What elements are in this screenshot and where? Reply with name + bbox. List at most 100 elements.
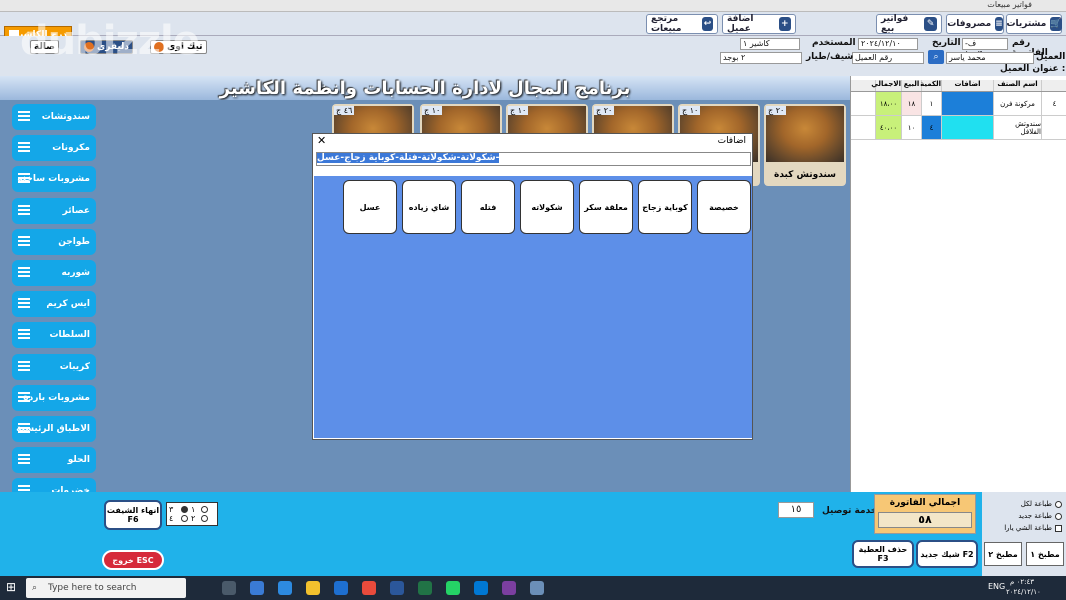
- category-button[interactable]: السلطات: [12, 322, 96, 349]
- excel-icon[interactable]: [418, 581, 432, 595]
- app-icon[interactable]: [530, 581, 544, 595]
- delete-item-button[interactable]: حذف العطية F3: [852, 540, 914, 568]
- option-button[interactable]: شكولاته: [520, 180, 574, 234]
- radio-print-kitchen[interactable]: [1055, 500, 1062, 508]
- menu-icon: [18, 204, 30, 217]
- category-button[interactable]: كريبات: [12, 353, 96, 380]
- product-price: ١٠ ج: [508, 106, 529, 115]
- additions-text-field[interactable]: شكولاتة-شكولاتة-فتلة-كوباية زجاج-عسل-: [316, 152, 751, 166]
- row-additions[interactable]: [941, 116, 993, 139]
- option-button[interactable]: شاي زياده: [402, 180, 456, 234]
- option-button[interactable]: خصيصة: [697, 180, 751, 234]
- menu-icon: [18, 235, 30, 248]
- radio-option-3[interactable]: [200, 506, 208, 513]
- option-button[interactable]: عسل: [343, 180, 397, 234]
- radio-option-2[interactable]: [181, 515, 189, 522]
- address-label: عنوان العميل :: [1000, 64, 1066, 74]
- customer-select[interactable]: محمد ياسر: [946, 52, 1034, 64]
- new-shift-button[interactable]: شيك جديد F2: [916, 540, 978, 568]
- product-card[interactable]: ٢٠ ج سندوتش كبدة: [764, 104, 846, 186]
- dialog-options-area: خصيصة كوباية زجاج معلقة سكر شكولاته فتله…: [314, 176, 752, 438]
- grid-header-num: [1041, 80, 1066, 91]
- grid-header-total: الاجمالي: [871, 80, 901, 91]
- add-customer-button[interactable]: اضافة عميل +: [722, 14, 796, 34]
- row-total: ١٨،٠٠: [875, 92, 901, 115]
- mail-icon[interactable]: [474, 581, 488, 595]
- captain-select[interactable]: ٢ بوجد: [720, 52, 802, 64]
- category-button[interactable]: الحلو: [12, 447, 96, 474]
- delivery-label: خدمة توصيل: [822, 506, 878, 516]
- row-num: ٤: [1041, 92, 1066, 115]
- exit-button[interactable]: خروج ESC: [102, 550, 164, 570]
- language-indicator[interactable]: ENG: [988, 582, 1005, 591]
- task-view-icon[interactable]: [222, 581, 236, 595]
- row-total: ٤٠،٠٠: [875, 116, 901, 139]
- option-button[interactable]: فتله: [461, 180, 515, 234]
- product-price: ١٠ ج: [680, 106, 701, 115]
- kitchen1-button[interactable]: مطبخ ١: [1026, 542, 1064, 566]
- outlook-icon[interactable]: [334, 581, 348, 595]
- table-row[interactable]: سندوتش الفلافل ٤ ١٠ ٤٠،٠٠: [851, 116, 1066, 140]
- row-additions[interactable]: [941, 92, 993, 115]
- option-button[interactable]: كوباية زجاج: [638, 180, 692, 234]
- dialog-title: اضافات: [717, 136, 746, 146]
- radio-option-1[interactable]: [181, 506, 189, 513]
- row-name: سندوتش الفلافل: [993, 116, 1041, 139]
- product-price: ٤٦ ج: [334, 106, 355, 115]
- expenses-button[interactable]: مصروفات ≡: [946, 14, 1004, 34]
- word-icon[interactable]: [390, 581, 404, 595]
- menu-icon: [18, 267, 30, 279]
- total-value: ٥٨: [878, 512, 972, 528]
- menu-icon: [18, 423, 30, 435]
- category-button[interactable]: مشروبات باردة: [12, 384, 96, 411]
- chrome-icon[interactable]: [362, 581, 376, 595]
- grid-header-qty: الكمية: [920, 80, 941, 91]
- cart-icon: 🛒: [1050, 17, 1062, 31]
- date-field[interactable]: ٢٠٢٤/١٢/١٠: [858, 38, 918, 50]
- sales-returns-button[interactable]: مرتجع مبيعات ↩: [646, 14, 718, 34]
- list-icon: ≡: [995, 17, 1003, 31]
- kitchen2-button[interactable]: مطبخ ٢: [984, 542, 1022, 566]
- grid-header-additions: اضافات: [941, 80, 993, 91]
- menu-icon: [18, 360, 30, 373]
- browser-icon[interactable]: [278, 581, 292, 595]
- whatsapp-icon[interactable]: [446, 581, 460, 595]
- date-label: التاريخ: [932, 38, 961, 48]
- payment-options[interactable]: ١ ٣ ٢ ٤: [166, 502, 218, 526]
- row-qty: ٤: [921, 116, 941, 139]
- visual-studio-icon[interactable]: [502, 581, 516, 595]
- search-icon[interactable]: ⌕: [928, 50, 944, 64]
- option-button[interactable]: معلقة سكر: [579, 180, 633, 234]
- invoice-no-field[interactable]: ف-ع-١٠٠٣٠: [962, 38, 1008, 58]
- category-button[interactable]: سندوتشات: [12, 104, 96, 130]
- radio-option-4[interactable]: [200, 515, 208, 522]
- close-icon[interactable]: ✕: [317, 134, 326, 147]
- add-user-icon: +: [778, 17, 791, 31]
- taskbar-search[interactable]: ⌕ Type here to search: [26, 578, 186, 598]
- menu-icon: [18, 173, 30, 185]
- user-field[interactable]: كاشير ١: [740, 38, 800, 50]
- delivery-input[interactable]: ١٥: [778, 502, 814, 518]
- edge-icon[interactable]: [250, 581, 264, 595]
- print-options: طباعة لكل طباعة جديد طباعة الشي يارا مطب…: [982, 492, 1066, 576]
- category-button[interactable]: مكرونات: [12, 135, 96, 162]
- purchases-button[interactable]: مشتريات 🛒: [1006, 14, 1062, 34]
- customer-number-input[interactable]: رقم العميل: [852, 52, 924, 64]
- product-price: ١٠ ج: [422, 106, 443, 115]
- menu-icon: [18, 329, 30, 341]
- taskbar: ⊞ ⌕ Type here to search ENG ٠٢:٤٣ م ٢٠٢٤/…: [0, 576, 1066, 600]
- category-button[interactable]: شوربه: [12, 260, 96, 286]
- category-button[interactable]: عصائر: [12, 197, 96, 224]
- category-button[interactable]: طواجن: [12, 228, 96, 255]
- checkbox-print-bill[interactable]: [1055, 524, 1062, 532]
- windows-start-icon[interactable]: ⊞: [6, 580, 16, 594]
- end-shift-button[interactable]: انهاء الشيفت F6: [104, 500, 162, 530]
- sales-invoices-button[interactable]: فواتير بيع ✎: [876, 14, 942, 34]
- table-row[interactable]: ٤ مركونة فرن ١ ١٨ ١٨،٠٠: [851, 92, 1066, 116]
- file-explorer-icon[interactable]: [306, 581, 320, 595]
- category-button[interactable]: مشروبات ساخنه: [12, 166, 96, 193]
- category-button[interactable]: الاطباق الرئيسية: [12, 416, 96, 442]
- radio-print-new[interactable]: [1055, 512, 1062, 520]
- product-price: ٢٠ ج: [594, 106, 615, 115]
- category-button[interactable]: ايس كريم: [12, 291, 96, 318]
